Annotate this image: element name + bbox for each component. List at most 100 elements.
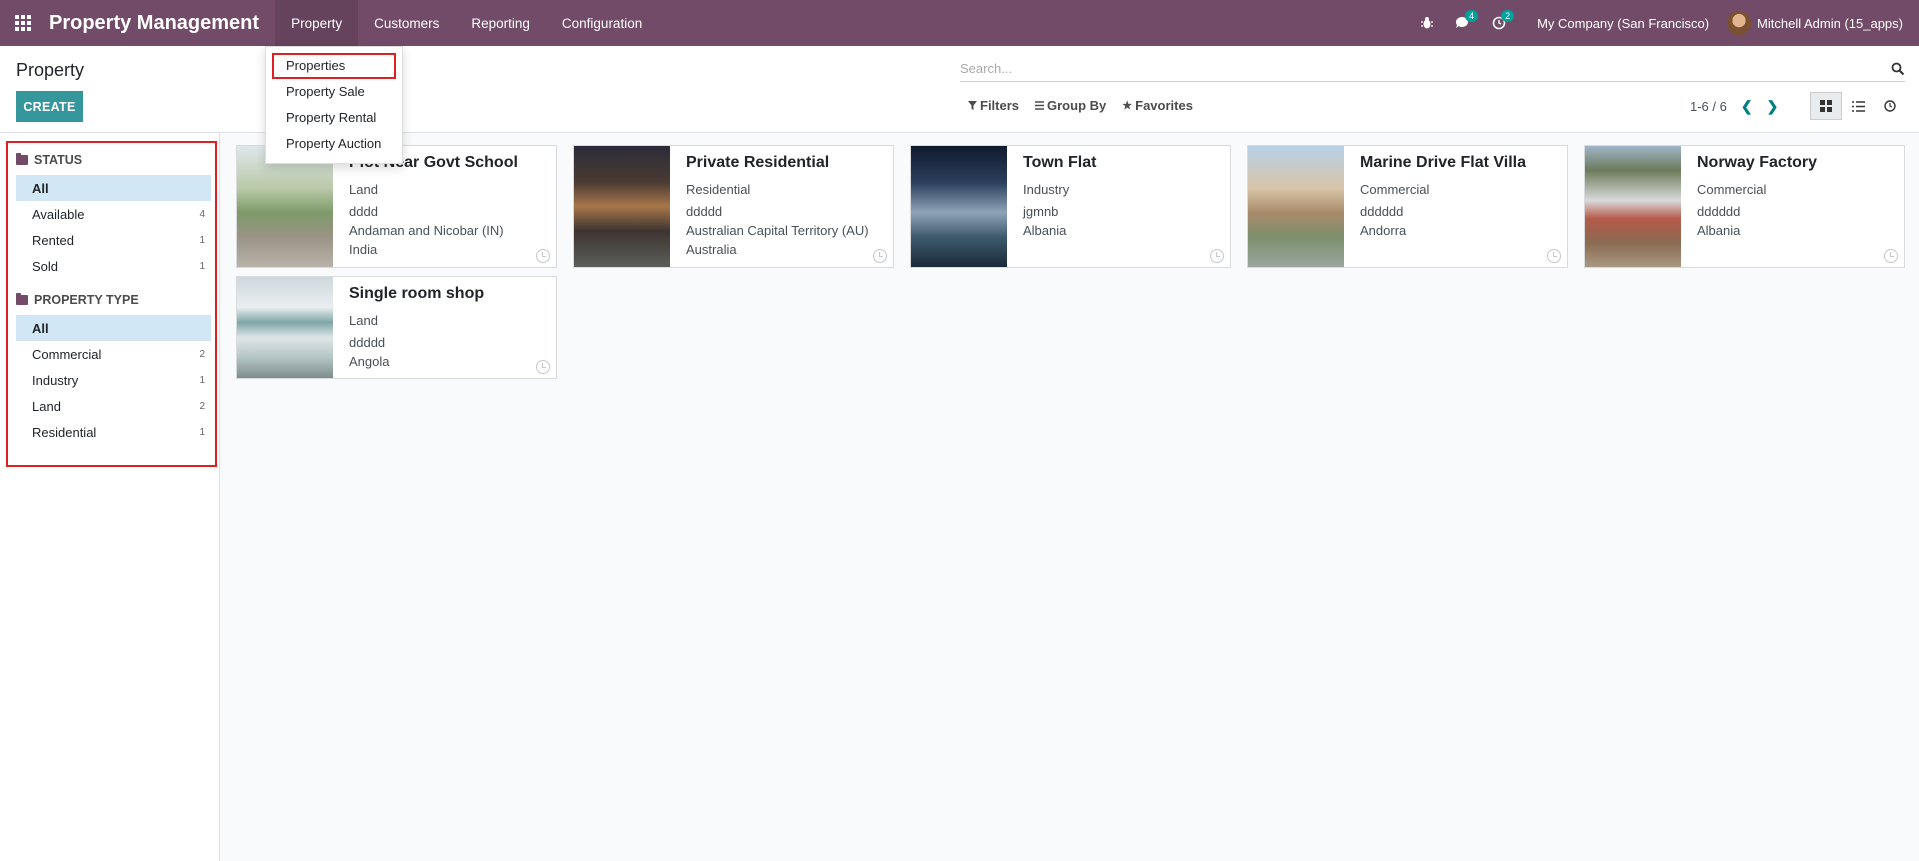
type-filter-all[interactable]: All xyxy=(16,315,211,341)
property-image xyxy=(1585,146,1681,267)
activities-badge: 2 xyxy=(1501,10,1515,22)
kanban-grid-icon xyxy=(1820,100,1832,112)
card-country: Australia xyxy=(686,242,737,257)
card-code: dddd xyxy=(349,204,378,219)
menu-reporting[interactable]: Reporting xyxy=(455,0,546,46)
card-title: Single room shop xyxy=(349,285,485,302)
list-bars-icon xyxy=(1035,101,1045,110)
activity-view-button[interactable] xyxy=(1874,92,1906,120)
menu-customers[interactable]: Customers xyxy=(358,0,455,46)
property-dropdown-menu: Properties Property Sale Property Rental… xyxy=(265,46,403,164)
kanban-card[interactable]: Marine Drive Flat Villa Commercial ddddd… xyxy=(1247,145,1568,268)
card-code: ddddd xyxy=(686,204,723,219)
kanban-card[interactable]: Town Flat Industry jgmnb Albania xyxy=(910,145,1231,268)
pager-value[interactable]: 1-6 / 6 xyxy=(1690,99,1727,114)
card-code: ddddd xyxy=(349,335,386,350)
activity-clock-icon[interactable] xyxy=(536,360,550,374)
app-title[interactable]: Property Management xyxy=(49,12,259,35)
card-type: Industry xyxy=(1023,182,1070,197)
chevron-right-icon[interactable]: ❯ xyxy=(1767,98,1779,115)
kanban-card[interactable]: Single room shop Land ddddd Angola xyxy=(236,276,557,379)
list-icon xyxy=(1851,100,1865,112)
card-type: Land xyxy=(349,182,378,197)
property-image xyxy=(574,146,670,267)
search-panel-sidebar: STATUS All Available 4 Rented 1 Sold 1 PROP… xyxy=(0,133,220,861)
search-icon[interactable] xyxy=(1891,62,1905,76)
card-country: India xyxy=(349,242,378,257)
top-navbar: Property Management Property Customers R… xyxy=(0,0,1919,46)
type-filter-residential[interactable]: Residential 1 xyxy=(16,419,211,445)
menu-property[interactable]: Property xyxy=(275,0,359,46)
status-filter-all[interactable]: All xyxy=(16,175,211,201)
menu-item-properties[interactable]: Properties xyxy=(272,53,396,79)
property-image xyxy=(237,277,333,378)
folder-icon xyxy=(16,293,28,305)
user-menu[interactable]: Mitchell Admin (15_apps) xyxy=(1727,11,1919,35)
card-type: Land xyxy=(349,313,378,328)
activity-clock-icon[interactable] xyxy=(1210,249,1224,263)
view-switcher xyxy=(1810,92,1906,120)
search-input[interactable] xyxy=(960,61,1891,76)
status-filter-sold[interactable]: Sold 1 xyxy=(16,253,211,279)
card-country: Angola xyxy=(349,354,390,369)
list-view-button[interactable] xyxy=(1842,92,1874,120)
kanban-view-button[interactable] xyxy=(1810,92,1842,120)
star-icon: ★ xyxy=(1122,100,1133,112)
search-bar xyxy=(960,56,1905,82)
menu-configuration[interactable]: Configuration xyxy=(546,0,658,46)
card-state: Australian Capital Territory (AU) xyxy=(686,223,869,238)
chevron-left-icon[interactable]: ❮ xyxy=(1741,98,1753,115)
card-country: Albania xyxy=(1023,223,1067,238)
card-country: Andorra xyxy=(1360,223,1407,238)
card-type: Residential xyxy=(686,182,751,197)
debug-bug-icon[interactable] xyxy=(1409,0,1445,46)
property-image xyxy=(237,146,333,267)
status-section-header: STATUS xyxy=(8,149,215,171)
type-filter-land[interactable]: Land 2 xyxy=(16,393,211,419)
property-image xyxy=(911,146,1007,267)
create-button[interactable]: CREATE xyxy=(16,91,83,122)
card-code: dddddd xyxy=(1360,204,1404,219)
page-title: Property xyxy=(16,60,85,80)
activity-clock-icon[interactable] xyxy=(536,249,550,263)
activity-clock-icon[interactable] xyxy=(1884,249,1898,263)
group-by-button[interactable]: Group By xyxy=(1035,98,1106,113)
card-state: Andaman and Nicobar (IN) xyxy=(349,223,504,238)
sidebar-highlight-box: STATUS All Available 4 Rented 1 Sold 1 PROP… xyxy=(6,141,217,467)
search-options: Filters Group By ★ Favorites xyxy=(968,98,1193,113)
clock-icon xyxy=(1884,100,1896,112)
card-country: Albania xyxy=(1697,223,1741,238)
menu-item-property-rental[interactable]: Property Rental xyxy=(266,105,402,131)
card-title: Marine Drive Flat Villa xyxy=(1360,154,1526,171)
activity-clock-icon[interactable] xyxy=(873,249,887,263)
kanban-card[interactable]: Private Residential Residential ddddd Au… xyxy=(573,145,894,268)
type-filter-industry[interactable]: Industry 1 xyxy=(16,367,211,393)
card-type: Commercial xyxy=(1697,182,1767,197)
menu-item-property-auction[interactable]: Property Auction xyxy=(266,131,402,157)
status-filter-available[interactable]: Available 4 xyxy=(16,201,211,227)
card-title: Private Residential xyxy=(686,154,830,171)
company-switcher[interactable]: My Company (San Francisco) xyxy=(1517,16,1727,31)
user-name: Mitchell Admin (15_apps) xyxy=(1757,15,1903,31)
activity-clock-icon[interactable] xyxy=(1547,249,1561,263)
favorites-button[interactable]: ★ Favorites xyxy=(1122,98,1193,113)
avatar xyxy=(1727,11,1752,35)
status-filter-rented[interactable]: Rented 1 xyxy=(16,227,211,253)
messages-icon[interactable]: 4 xyxy=(1445,0,1481,46)
filters-button[interactable]: Filters xyxy=(968,98,1019,113)
kanban-card[interactable]: Norway Factory Commercial dddddd Albania xyxy=(1584,145,1905,268)
filter-icon xyxy=(968,101,977,110)
folder-icon xyxy=(16,153,28,165)
card-title: Town Flat xyxy=(1023,154,1097,171)
menu-item-property-sale[interactable]: Property Sale xyxy=(266,79,402,105)
property-type-section-header: PROPERTY TYPE xyxy=(8,289,215,311)
pager: 1-6 / 6 ❮ ❯ xyxy=(1690,98,1778,115)
card-type: Commercial xyxy=(1360,182,1430,197)
card-code: jgmnb xyxy=(1023,204,1059,219)
apps-menu-icon[interactable] xyxy=(0,0,46,46)
activities-clock-icon[interactable]: 2 xyxy=(1481,0,1517,46)
type-filter-commercial[interactable]: Commercial 2 xyxy=(16,341,211,367)
messages-badge: 4 xyxy=(1465,10,1479,22)
property-image xyxy=(1248,146,1344,267)
card-title: Norway Factory xyxy=(1697,154,1818,171)
